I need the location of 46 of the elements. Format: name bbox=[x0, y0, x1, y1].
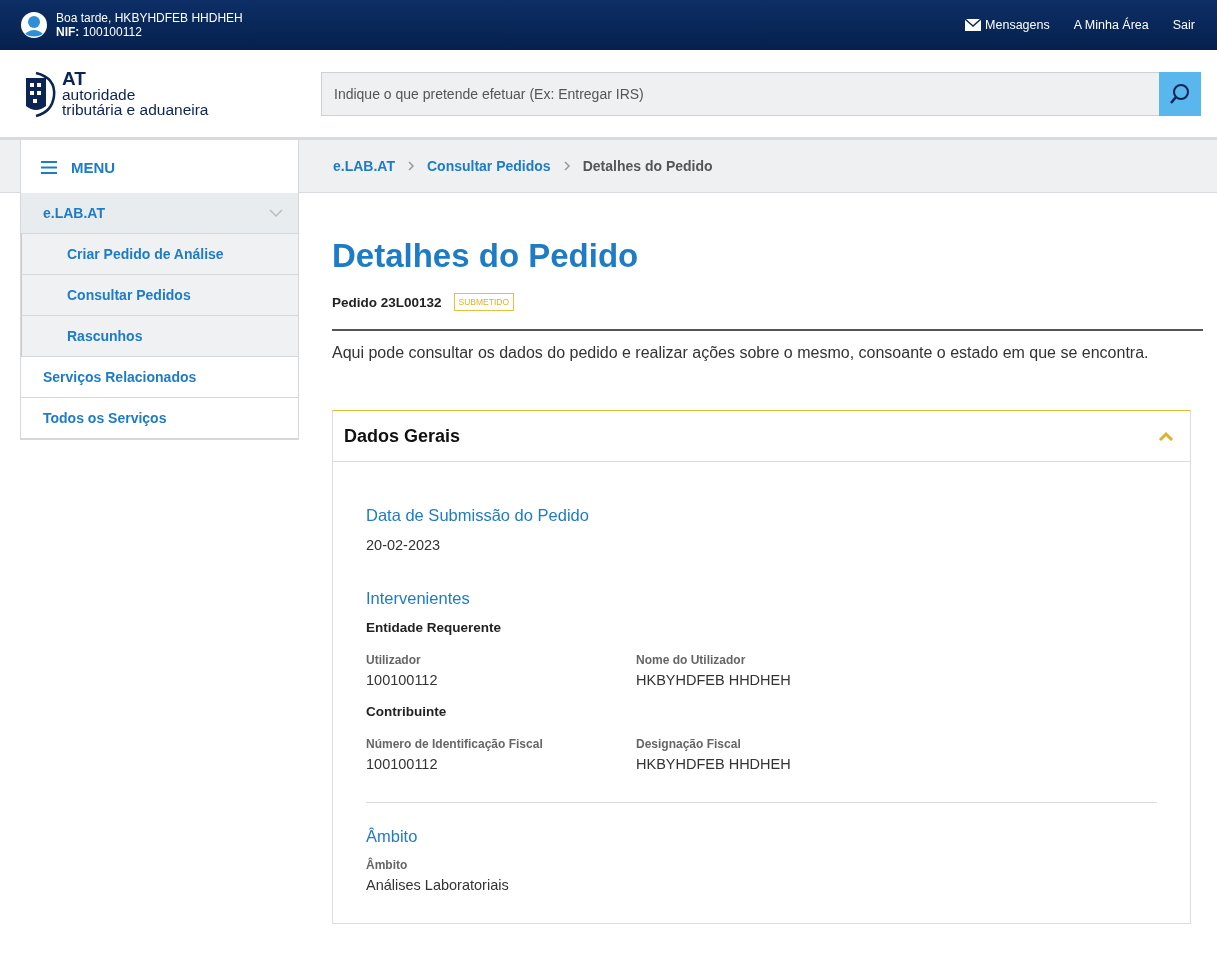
subsection-title: Entidade Requerente bbox=[366, 620, 503, 635]
order-number: Pedido 23L00132 bbox=[332, 294, 442, 310]
search-icon bbox=[1169, 82, 1191, 105]
field-value: 20-02-2023 bbox=[366, 537, 442, 553]
field-label: Utilizador bbox=[366, 653, 422, 667]
field-label: Âmbito bbox=[366, 858, 409, 872]
submenu-item[interactable]: Rascunhos bbox=[21, 316, 298, 357]
chevron-right-icon bbox=[406, 161, 415, 171]
submenu-item[interactable]: Consultar Pedidos bbox=[21, 275, 298, 316]
logo-text: tributária e aduaneira bbox=[62, 101, 209, 117]
field-label: Designação Fiscal bbox=[636, 737, 742, 751]
envelope-icon bbox=[965, 19, 982, 31]
menu-item[interactable]: e.LAB.AT bbox=[21, 193, 298, 234]
intro-text: Aqui pode consultar os dados do pedido e realizar ações sobre o mesmo, consoante o estado em que se encontra. bbox=[332, 343, 1150, 363]
field-value: Análises Laboratoriais bbox=[366, 877, 510, 893]
menu-button[interactable]: MENU bbox=[20, 140, 299, 196]
field-value: HKBYHDFEB HHDHEH bbox=[636, 672, 792, 688]
chevron-icon bbox=[268, 208, 284, 218]
field-label: Nome do Utilizador bbox=[636, 653, 747, 667]
page-title: Detalhes do Pedido bbox=[332, 237, 640, 275]
top-link[interactable]: Sair bbox=[1172, 18, 1195, 32]
top-link[interactable]: A Minha Área bbox=[1073, 18, 1149, 32]
breadcrumb-link[interactable]: e.LAB.AT bbox=[333, 158, 395, 174]
messages-link[interactable]: Mensagens bbox=[965, 18, 1050, 32]
submenu-item[interactable]: Criar Pedido de Análise bbox=[21, 234, 298, 275]
section-heading: Intervenientes bbox=[366, 589, 471, 608]
nif-text: NIF: 100100112 bbox=[56, 25, 143, 39]
search-field[interactable]: Indique o que pretende efetuar (Ex: Entregar IRS) bbox=[321, 71, 1159, 116]
field-value: 100100112 bbox=[366, 756, 439, 772]
chevron-right-icon bbox=[562, 161, 571, 171]
chevron-icon bbox=[1158, 431, 1174, 441]
logo-title: AT bbox=[62, 70, 87, 87]
greeting: Boa tarde, HKBYHDFEB HHDHEH bbox=[56, 11, 243, 25]
logo-text: autoridade bbox=[62, 86, 137, 102]
field-label: Número de Identificação Fiscal bbox=[366, 737, 544, 751]
status-tag: SUBMETIDO bbox=[453, 293, 515, 311]
section-heading: Data de Submissão do Pedido bbox=[366, 505, 590, 525]
section-heading: Âmbito bbox=[366, 827, 419, 846]
field-value: HKBYHDFEB HHDHEH bbox=[636, 756, 792, 772]
menu-icon bbox=[41, 161, 57, 174]
search-button[interactable] bbox=[1159, 71, 1201, 116]
user-avatar-icon bbox=[20, 11, 48, 39]
breadcrumb-link[interactable]: Consultar Pedidos bbox=[426, 158, 551, 174]
subsection-title: Contribuinte bbox=[366, 704, 448, 719]
field-value: 100100112 bbox=[366, 672, 439, 688]
breadcrumb-current: Detalhes do Pedido bbox=[582, 158, 713, 174]
